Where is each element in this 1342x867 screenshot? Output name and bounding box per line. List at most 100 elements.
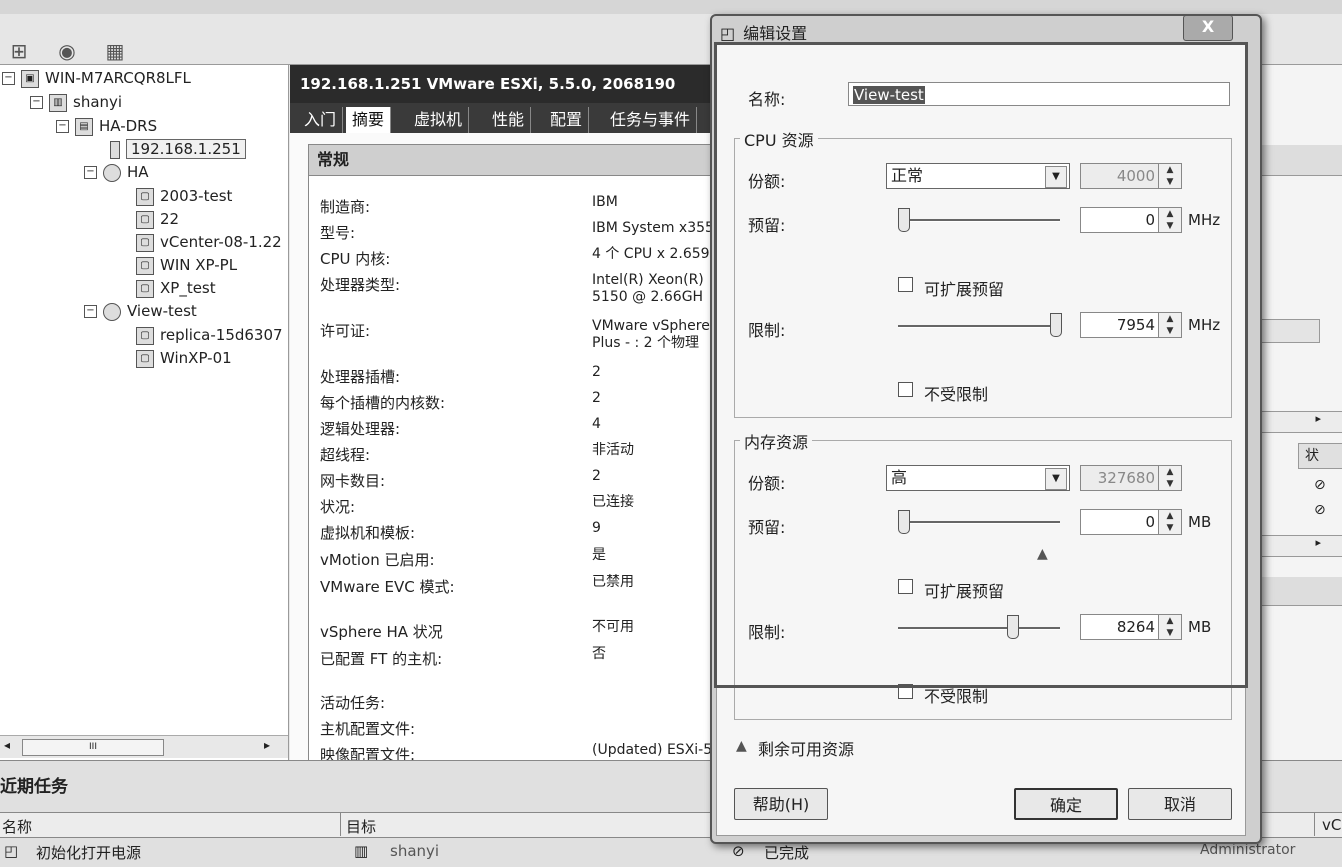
tab-performance[interactable]: 性能 bbox=[486, 107, 532, 133]
status-column-header[interactable]: 状 bbox=[1298, 443, 1342, 469]
property-value: 已禁用 bbox=[592, 574, 634, 590]
host-icon bbox=[110, 140, 120, 159]
property-value: Intel(R) Xeon(R) 5150 @ 2.66GH bbox=[592, 272, 704, 305]
cancel-button[interactable]: 取消 bbox=[1128, 788, 1232, 820]
tree-node-pool-view[interactable]: − View-test bbox=[84, 300, 197, 322]
property-value: 否 bbox=[592, 646, 606, 662]
tree-node-host[interactable]: 192.168.1.251 bbox=[110, 138, 246, 160]
property-value: 4 个 CPU x 2.659 bbox=[592, 246, 710, 262]
property-value: 非活动 bbox=[592, 442, 634, 458]
property-label: 型号: bbox=[320, 224, 356, 242]
property-label: vMotion 已启用: bbox=[320, 551, 435, 569]
property-label: vSphere HA 状况 bbox=[320, 623, 443, 641]
resource-pool-icon bbox=[103, 163, 121, 182]
column-name[interactable]: 名称 bbox=[2, 816, 32, 837]
collapse-icon[interactable]: − bbox=[84, 305, 97, 318]
property-label: 超线程: bbox=[320, 446, 371, 464]
property-value: VMware vSphere Plus - : 2 个物理 bbox=[592, 318, 710, 351]
add-host-icon[interactable]: ⊞ bbox=[6, 38, 32, 64]
property-label: 状况: bbox=[320, 498, 356, 516]
property-label: 主机配置文件: bbox=[320, 720, 416, 738]
power-icon[interactable]: ◉ bbox=[54, 38, 80, 64]
general-section-title: 常规 bbox=[308, 144, 730, 176]
resource-pool-icon bbox=[103, 302, 121, 321]
host-header: 192.168.1.251 VMware ESXi, 5.5.0, 206819… bbox=[290, 65, 730, 103]
property-value: IBM bbox=[592, 194, 618, 210]
vm-icon: ▢ bbox=[136, 279, 154, 298]
tree-node-vm[interactable]: ▢ XP_test bbox=[136, 277, 216, 299]
ok-status-icon: ⊘ bbox=[1314, 502, 1326, 518]
help-button[interactable]: 帮助(H) bbox=[734, 788, 828, 820]
property-value: 不可用 bbox=[592, 619, 634, 635]
vm-icon: ▢ bbox=[136, 210, 154, 229]
tab-configuration[interactable]: 配置 bbox=[544, 107, 590, 133]
warning-triangle-icon: ▲ bbox=[736, 738, 747, 754]
property-value: 2 bbox=[592, 364, 601, 380]
tree-node-vm[interactable]: ▢ replica-15d6307 bbox=[136, 324, 283, 346]
highlight-frame bbox=[714, 42, 1248, 688]
tree-horizontal-scrollbar[interactable]: ◂ III ▸ bbox=[0, 735, 288, 758]
task-icon: ◰ bbox=[4, 842, 19, 860]
collapse-icon[interactable]: − bbox=[84, 166, 97, 179]
tree-node-vm[interactable]: ▢ WinXP-01 bbox=[136, 347, 232, 369]
property-value: (Updated) ESXi-5 bbox=[592, 742, 713, 758]
recent-tasks-title: 近期任务 bbox=[0, 777, 68, 797]
tree-node-vm[interactable]: ▢ WIN XP-PL bbox=[136, 254, 237, 276]
tree-node-vm[interactable]: ▢ 22 bbox=[136, 208, 179, 230]
column-target[interactable]: 目标 bbox=[346, 816, 376, 837]
task-status: 已完成 bbox=[764, 844, 810, 862]
vm-icon: ▢ bbox=[136, 326, 154, 345]
property-value: 是 bbox=[592, 547, 606, 563]
tree-node-vm[interactable]: ▢ 2003-test bbox=[136, 185, 232, 207]
ok-status-icon: ⊘ bbox=[1314, 477, 1326, 493]
tree-node-vm[interactable]: ▢ vCenter-08-1.22 bbox=[136, 231, 282, 253]
property-value: 2 bbox=[592, 468, 601, 484]
property-label: 处理器类型: bbox=[320, 276, 401, 294]
close-button[interactable]: X bbox=[1183, 15, 1233, 41]
cluster-icon[interactable]: ▦ bbox=[102, 38, 128, 64]
scroll-right-icon[interactable]: ▸ bbox=[1258, 411, 1342, 433]
collapse-icon[interactable]: − bbox=[30, 96, 43, 109]
dialog-title: ◰ 编辑设置 bbox=[720, 24, 808, 43]
collapse-icon[interactable]: − bbox=[56, 120, 69, 133]
property-value: 4 bbox=[592, 416, 601, 432]
column-vcenter[interactable]: vC bbox=[1322, 816, 1341, 834]
property-label: VMware EVC 模式: bbox=[320, 578, 455, 596]
task-target[interactable]: shanyi bbox=[390, 842, 439, 860]
property-label: 活动任务: bbox=[320, 694, 386, 712]
tree-node-datacenter[interactable]: − ▥ shanyi bbox=[30, 91, 122, 113]
scrollbar-thumb[interactable]: III bbox=[22, 739, 164, 756]
property-label: 虚拟机和模板: bbox=[320, 524, 416, 542]
tree-node-cluster[interactable]: − ▤ HA-DRS bbox=[56, 115, 157, 137]
property-value: 9 bbox=[592, 520, 601, 536]
settings-icon: ◰ bbox=[720, 24, 736, 43]
property-value: IBM System x355 bbox=[592, 220, 714, 236]
vm-icon: ▢ bbox=[136, 256, 154, 275]
tree-node-pool-ha[interactable]: − HA bbox=[84, 161, 149, 183]
property-label: 网卡数目: bbox=[320, 472, 386, 490]
property-label: 逻辑处理器: bbox=[320, 420, 401, 438]
ok-button[interactable]: 确定 bbox=[1014, 788, 1118, 820]
vm-icon: ▢ bbox=[136, 233, 154, 252]
scroll-left-icon[interactable]: ◂ bbox=[4, 738, 10, 752]
datacenter-icon: ▥ bbox=[354, 842, 369, 860]
scroll-right-icon[interactable]: ▸ bbox=[264, 738, 270, 752]
vm-icon: ▢ bbox=[136, 187, 154, 206]
menu-strip bbox=[0, 0, 1342, 15]
property-label: 许可证: bbox=[320, 322, 371, 340]
cluster-icon: ▤ bbox=[75, 117, 93, 136]
property-value: 已连接 bbox=[592, 494, 634, 510]
tab-vms[interactable]: 虚拟机 bbox=[408, 107, 470, 133]
tab-tasks-events[interactable]: 任务与事件 bbox=[604, 107, 698, 133]
tab-summary[interactable]: 摘要 bbox=[346, 107, 392, 133]
inventory-tree: − ▣ WIN-M7ARCQR8LFL − ▥ shanyi − ▤ HA-DRS 192.… bbox=[0, 65, 289, 760]
datacenter-icon: ▥ bbox=[49, 93, 67, 112]
tree-node-vcenter[interactable]: − ▣ WIN-M7ARCQR8LFL bbox=[2, 67, 191, 89]
property-label: 已配置 FT 的主机: bbox=[320, 650, 443, 668]
tab-getting-started[interactable]: 入门 bbox=[298, 107, 344, 133]
task-name[interactable]: 初始化打开电源 bbox=[36, 842, 141, 863]
property-label: 每个插槽的内核数: bbox=[320, 394, 446, 412]
collapse-icon[interactable]: − bbox=[2, 72, 15, 85]
property-label: 处理器插槽: bbox=[320, 368, 401, 386]
scroll-right-icon[interactable]: ▸ bbox=[1258, 535, 1342, 557]
